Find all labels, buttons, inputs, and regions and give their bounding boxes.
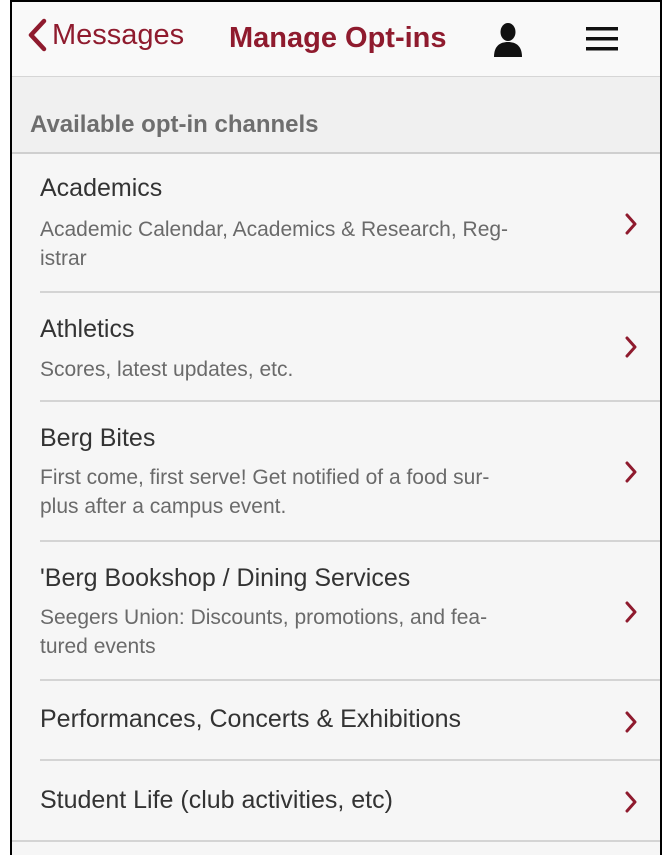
channel-list: Academics Academic Calendar, Academics &… [12, 154, 660, 842]
back-button[interactable]: Messages [26, 18, 184, 52]
chevron-left-icon [28, 18, 47, 52]
channel-description: First come, first serve! Get notified of… [40, 466, 490, 518]
back-button-label: Messages [52, 18, 185, 51]
chevron-right-icon [625, 601, 637, 623]
channel-row-berg-bites[interactable]: Berg Bites First come, first serve! Get … [12, 402, 660, 542]
chevron-right-icon [625, 461, 637, 483]
chevron-right-icon [625, 711, 637, 733]
row-divider [12, 840, 660, 842]
chevron-right-icon [625, 213, 637, 235]
hamburger-menu-icon[interactable] [585, 24, 619, 54]
channel-row-performances[interactable]: Performances, Concerts & Exhibitions [12, 681, 660, 761]
channel-description: Academic Calendar, Academics & Research,… [40, 218, 509, 270]
chevron-right-icon [625, 791, 637, 813]
channel-row-academics[interactable]: Academics Academic Calendar, Academics &… [12, 154, 660, 293]
user-icon[interactable] [490, 22, 526, 58]
channel-name: Performances, Concerts & Exhibitions [40, 705, 462, 733]
channel-row-athletics[interactable]: Athletics Scores, latest updates, etc. [12, 293, 660, 402]
channel-row-bookshop-dining[interactable]: 'Berg Bookshop / Dining Services Seegers… [12, 542, 660, 681]
page-title: Manage Opt-ins [229, 22, 447, 54]
channel-name: Athletics [40, 315, 135, 343]
nav-bar: Messages Manage Opt-ins [12, 2, 660, 77]
channel-row-student-life[interactable]: Student Life (club activities, etc) [12, 761, 660, 842]
channel-name: Berg Bites [40, 424, 156, 452]
channel-name: Academics [40, 174, 163, 202]
chevron-right-icon [625, 336, 637, 358]
channel-description: Seegers Union: Discounts, promotions, an… [40, 606, 488, 658]
section-header: Available opt-in channels [12, 77, 660, 154]
section-header-label: Available opt-in channels [30, 111, 319, 138]
channel-name: Student Life (club activities, etc) [40, 786, 393, 814]
channel-name: 'Berg Bookshop / Dining Services [40, 564, 411, 592]
channel-description: Scores, latest updates, etc. [40, 358, 294, 381]
app-frame: Messages Manage Opt-ins Available opt-in… [10, 0, 662, 855]
